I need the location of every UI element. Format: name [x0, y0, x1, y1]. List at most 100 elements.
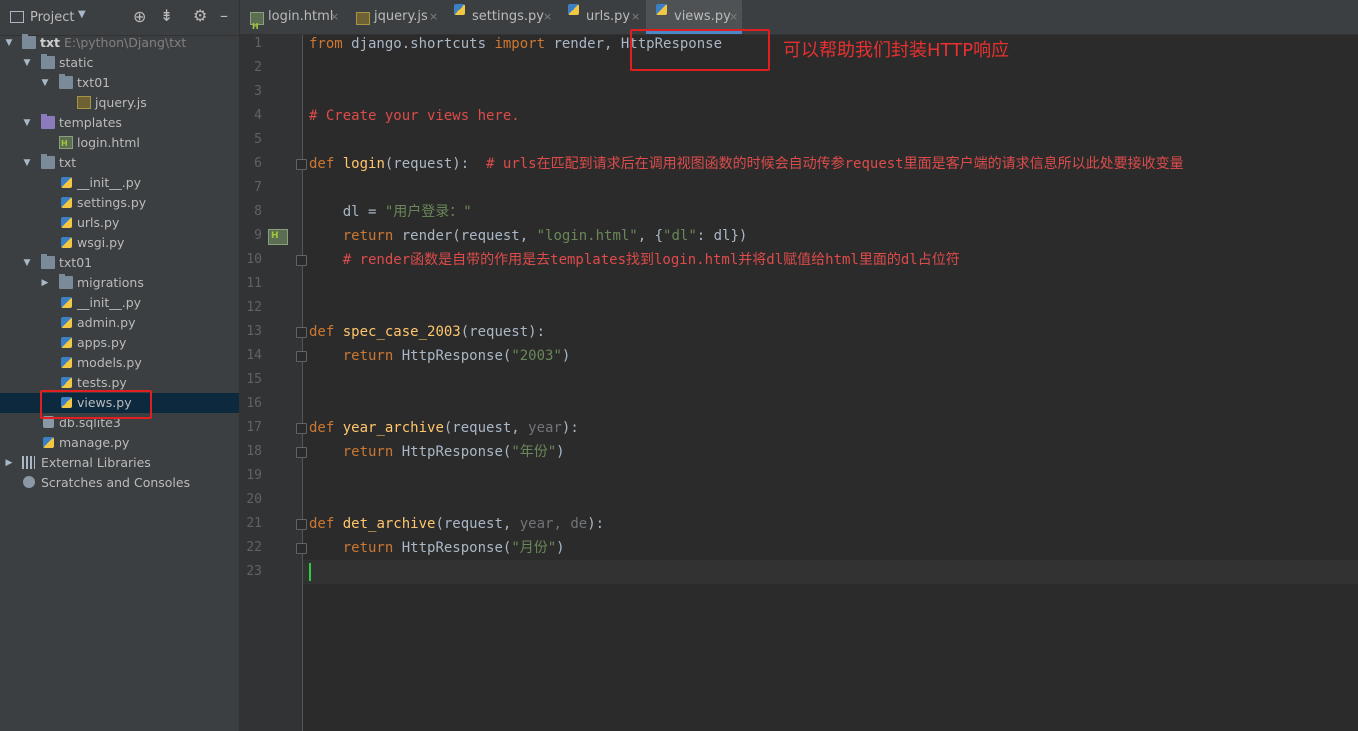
tree-item-models-py[interactable]: models.py — [0, 353, 239, 373]
code-text: (request): — [384, 156, 470, 172]
chevron-down-icon[interactable]: ▼ — [78, 9, 94, 25]
tree-item-label: login.html — [77, 135, 140, 150]
code-line-4[interactable]: # Create your views here. — [309, 104, 520, 128]
string-literal: "login.html" — [536, 228, 638, 244]
hide-panel-icon[interactable]: – — [220, 6, 236, 25]
comment: # Create your views here. — [309, 108, 520, 124]
tree-item-manage-py[interactable]: manage.py — [0, 433, 239, 453]
tab-label: urls.py — [586, 9, 631, 24]
chevron-down-icon[interactable]: ▼ — [3, 33, 15, 53]
close-icon[interactable]: × — [543, 0, 552, 34]
code-text: ) — [556, 540, 565, 556]
tree-item-init-py[interactable]: __init__.py — [0, 293, 239, 313]
tree-item-login-html[interactable]: login.html — [0, 133, 239, 154]
code-line-8[interactable]: dl = "用户登录：" — [309, 200, 472, 224]
chevron-right-icon[interactable]: ▶ — [39, 273, 51, 293]
line-number: 1 — [254, 36, 262, 51]
tree-item-txt-root[interactable]: ▼ txt E:\python\Djang\txt — [0, 33, 239, 53]
tree-item-jquery-js[interactable]: jquery.js — [0, 93, 239, 113]
tree-item-txt-package[interactable]: ▼ txt — [0, 153, 239, 173]
code-text: ) — [556, 444, 565, 460]
collapse-all-icon[interactable]: ⇟ — [160, 6, 176, 25]
string-literal: "月份" — [511, 540, 557, 556]
close-icon[interactable]: × — [429, 0, 438, 34]
chevron-down-icon[interactable]: ▼ — [21, 53, 33, 73]
fold-marker-icon[interactable] — [296, 447, 307, 458]
tree-item-migrations[interactable]: ▶ migrations — [0, 273, 239, 293]
tree-item-scratches[interactable]: Scratches and Consoles — [0, 473, 239, 493]
tree-item-wsgi-py[interactable]: wsgi.py — [0, 233, 239, 253]
python-file-icon — [61, 177, 72, 188]
code-line-13[interactable]: def spec_case_2003(request): — [309, 320, 545, 344]
tab-settings-py[interactable]: settings.py × — [444, 0, 556, 34]
tree-item-label: External Libraries — [41, 455, 151, 470]
httpresponse-highlight-box — [630, 29, 770, 71]
tab-label: jquery.js — [374, 9, 428, 24]
fold-marker-icon[interactable] — [296, 423, 307, 434]
keyword: def — [309, 324, 335, 340]
project-panel-title[interactable]: Project — [30, 10, 74, 25]
chevron-down-icon[interactable]: ▼ — [21, 153, 33, 173]
tree-item-templates[interactable]: ▼ templates — [0, 113, 239, 133]
chevron-down-icon[interactable]: ▼ — [21, 253, 33, 273]
keyword: return — [309, 228, 394, 244]
fold-marker-icon[interactable] — [296, 351, 307, 362]
tree-item-label: Scratches and Consoles — [41, 475, 191, 490]
tree-item-label: manage.py — [59, 435, 130, 450]
tree-item-txt01-static[interactable]: ▼ txt01 — [0, 73, 239, 93]
tree-item-static[interactable]: ▼ static — [0, 53, 239, 73]
tree-item-init-py[interactable]: __init__.py — [0, 173, 239, 193]
chevron-right-icon[interactable]: ▶ — [3, 453, 15, 473]
editor-tab-bar: login.html × jquery.js × settings.py × u… — [240, 0, 1358, 44]
fold-marker-icon[interactable] — [296, 543, 307, 554]
code-text: dl = — [309, 204, 385, 220]
tree-item-urls-py[interactable]: urls.py — [0, 213, 239, 233]
python-file-icon — [61, 237, 72, 248]
tree-item-label: txt — [40, 35, 61, 50]
fold-marker-icon[interactable] — [296, 519, 307, 530]
code-editor[interactable]: 1 2 3 4 5 6 7 8 9 10 11 12 13 14 15 16 1… — [240, 35, 1358, 731]
python-file-icon — [568, 4, 579, 15]
tab-login-html[interactable]: login.html × — [240, 0, 344, 44]
python-file-icon — [43, 437, 54, 448]
locate-icon[interactable]: ⊕ — [133, 7, 149, 26]
code-line-17[interactable]: def year_archive(request, year): — [309, 416, 579, 440]
line-number: 10 — [246, 252, 262, 267]
folder-icon — [41, 254, 55, 269]
line-number: 5 — [254, 132, 262, 147]
line-number: 3 — [254, 84, 262, 99]
code-line-10[interactable]: # render函数是自带的作用是去templates找到login.html并… — [309, 248, 960, 272]
tree-item-label: txt — [59, 155, 77, 170]
close-icon[interactable]: × — [330, 0, 339, 34]
code-line-21[interactable]: def det_archive(request, year, de): — [309, 512, 604, 536]
chevron-down-icon[interactable]: ▼ — [39, 73, 51, 93]
gear-icon[interactable]: ⚙ — [193, 6, 209, 25]
code-line-9[interactable]: return render(request, "login.html", {"d… — [309, 224, 748, 248]
tree-item-label: __init__.py — [77, 295, 142, 310]
line-number: 23 — [246, 564, 262, 579]
tree-item-label: migrations — [77, 275, 144, 290]
line-number: 16 — [246, 396, 262, 411]
line-number: 6 — [254, 156, 262, 171]
code-line-6[interactable]: def login(request): # urls在匹配到请求后在调用视图函数… — [309, 152, 1184, 176]
tree-item-apps-py[interactable]: apps.py — [0, 333, 239, 353]
tree-item-label: models.py — [77, 355, 142, 370]
fold-marker-icon[interactable] — [296, 327, 307, 338]
tab-jquery-js[interactable]: jquery.js × — [346, 0, 442, 34]
string-literal: "年份" — [511, 444, 557, 460]
fold-marker-icon[interactable] — [296, 255, 307, 266]
tree-item-external-libraries[interactable]: ▶ External Libraries — [0, 453, 239, 473]
function-name: spec_case_2003 — [334, 324, 461, 340]
code-line-18[interactable]: return HttpResponse("年份") — [309, 440, 565, 464]
code-line-14[interactable]: return HttpResponse("2003") — [309, 344, 571, 368]
code-text: , { — [637, 228, 664, 244]
fold-marker-icon[interactable] — [296, 159, 307, 170]
line-number: 4 — [254, 108, 262, 123]
code-text: : dl}) — [696, 228, 748, 244]
chevron-down-icon[interactable]: ▼ — [21, 113, 33, 133]
tree-item-settings-py[interactable]: settings.py — [0, 193, 239, 213]
navigate-to-template-icon[interactable] — [268, 229, 288, 245]
tree-item-admin-py[interactable]: admin.py — [0, 313, 239, 333]
tree-item-txt01-app[interactable]: ▼ txt01 — [0, 253, 239, 273]
code-line-22[interactable]: return HttpResponse("月份") — [309, 536, 565, 560]
